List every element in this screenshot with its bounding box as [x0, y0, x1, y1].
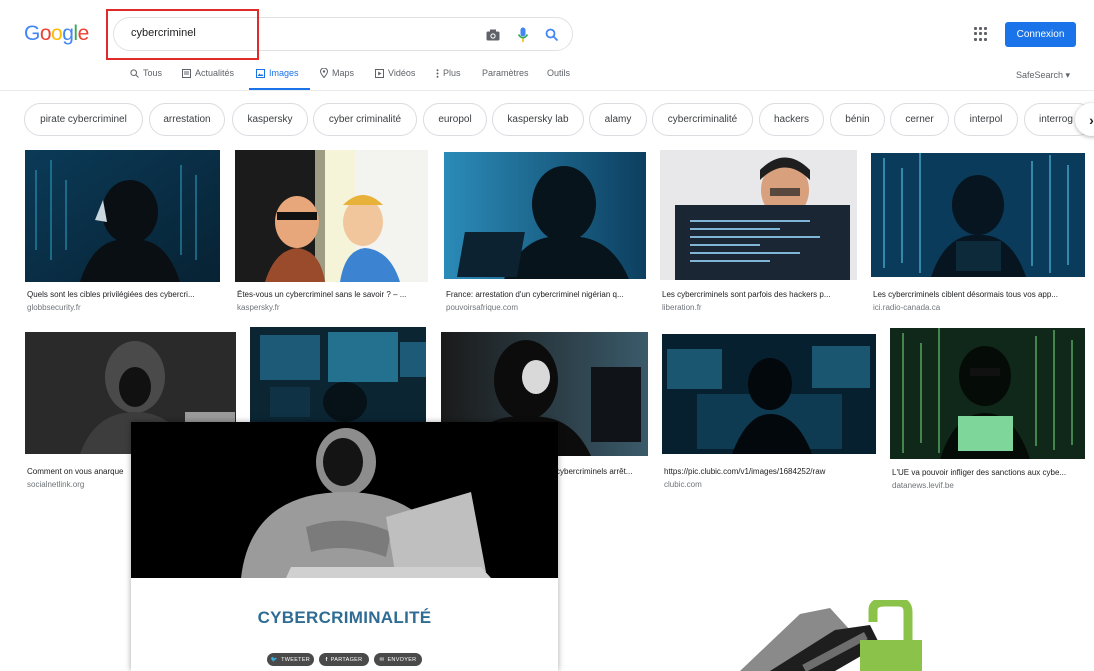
- hacker-photo: [131, 422, 558, 578]
- chip[interactable]: interpol: [954, 103, 1018, 136]
- result-thumbnail[interactable]: [890, 328, 1085, 459]
- chip[interactable]: cyber criminalité: [313, 103, 417, 136]
- tab-label: Outils: [547, 68, 571, 78]
- result-source: kaspersky.fr: [237, 303, 280, 312]
- result-thumbnail[interactable]: [871, 153, 1085, 277]
- result-thumbnail[interactable]: [235, 150, 428, 282]
- send-button: ✉ ENVOYER: [374, 653, 422, 666]
- facebook-icon: f: [325, 656, 328, 663]
- image-icon: [256, 68, 265, 78]
- result-title[interactable]: https://pic.clubic.com/v1/images/1684252…: [664, 467, 874, 476]
- google-logo[interactable]: Google: [24, 22, 89, 46]
- chip[interactable]: kaspersky: [232, 103, 308, 136]
- credit-card-padlock-illustration: [740, 597, 930, 671]
- chip[interactable]: pirate cybercriminel: [24, 103, 143, 136]
- twitter-icon: 🐦: [270, 656, 279, 663]
- search-highlight-box: [106, 9, 259, 60]
- result-thumbnail[interactable]: [250, 327, 426, 423]
- chip[interactable]: europol: [423, 103, 487, 136]
- map-pin-icon: [320, 68, 328, 78]
- result-source: clubic.com: [664, 480, 702, 489]
- chip[interactable]: hackers: [759, 103, 824, 136]
- chip[interactable]: kaspersky lab: [492, 103, 584, 136]
- share-label: PARTAGER: [330, 656, 363, 663]
- result-title[interactable]: Les cybercriminels sont parfois des hack…: [662, 290, 857, 299]
- tab-maps[interactable]: Maps: [320, 68, 354, 78]
- tab-settings[interactable]: Paramètres: [482, 68, 529, 78]
- tweet-button: 🐦 TWEETER: [267, 653, 314, 666]
- share-label: ENVOYER: [387, 656, 417, 663]
- article-preview-image: CYBERCRIMINALITÉ 🐦 TWEETER f PARTAGER ✉ ENV…: [131, 422, 558, 671]
- tab-label: Paramètres: [482, 68, 529, 78]
- safesearch-dropdown[interactable]: SafeSearch ▾: [1016, 70, 1070, 81]
- result-source: globbsecurity.fr: [27, 303, 81, 312]
- result-thumbnail[interactable]: [662, 334, 876, 454]
- share-label: TWEETER: [281, 656, 311, 663]
- news-icon: [182, 68, 191, 78]
- share-button: f PARTAGER: [319, 653, 369, 666]
- chip[interactable]: cerner: [890, 103, 949, 136]
- login-button[interactable]: Connexion: [1005, 22, 1076, 47]
- result-source: pouvoirsafrique.com: [446, 303, 519, 312]
- tab-videos[interactable]: Vidéos: [375, 68, 415, 78]
- article-heading: CYBERCRIMINALITÉ: [257, 608, 432, 627]
- tab-more[interactable]: Plus: [436, 68, 461, 78]
- tab-label: Actualités: [195, 68, 235, 78]
- tab-images[interactable]: Images: [256, 68, 299, 78]
- result-title[interactable]: Quels sont les cibles privilégiées des c…: [27, 290, 217, 299]
- chip[interactable]: arrestation: [149, 103, 225, 136]
- result-title[interactable]: Les cybercriminels ciblent désormais tou…: [873, 290, 1085, 299]
- envelope-icon: ✉: [379, 656, 385, 663]
- camera-icon[interactable]: [484, 26, 502, 44]
- tab-tools[interactable]: Outils: [547, 68, 570, 78]
- tab-label: Vidéos: [388, 68, 416, 78]
- search-icon[interactable]: [543, 26, 561, 44]
- tab-label: Plus: [443, 68, 461, 78]
- result-source: socialnetlink.org: [27, 480, 85, 489]
- result-title[interactable]: cybercriminels arrêt...: [556, 467, 648, 476]
- tab-label: Maps: [332, 68, 355, 78]
- tab-all[interactable]: Tous: [130, 68, 162, 78]
- tab-label: Images: [269, 68, 299, 78]
- result-source: ici.radio-canada.ca: [873, 303, 941, 312]
- result-thumbnail[interactable]: [25, 150, 220, 282]
- result-title[interactable]: L'UE va pouvoir infliger des sanctions a…: [892, 468, 1085, 477]
- microphone-icon[interactable]: [514, 26, 532, 44]
- result-source: liberation.fr: [662, 303, 702, 312]
- result-thumbnail[interactable]: [444, 152, 646, 279]
- result-source: datanews.levif.be: [892, 481, 954, 490]
- result-title[interactable]: France: arrestation d'un cybercriminel n…: [446, 290, 646, 299]
- chip[interactable]: bénin: [830, 103, 885, 136]
- apps-grid-icon[interactable]: [974, 27, 988, 41]
- result-title[interactable]: Êtes-vous un cybercriminel sans le savoi…: [237, 290, 427, 299]
- result-thumbnail[interactable]: [660, 150, 857, 280]
- more-vert-icon: [436, 68, 439, 78]
- result-title[interactable]: Comment on vous anarque: [27, 467, 132, 476]
- chip[interactable]: cybercriminalité: [652, 103, 753, 136]
- header-divider: [0, 90, 1094, 91]
- tab-news[interactable]: Actualités: [182, 68, 234, 78]
- caret-down-icon: ▾: [1065, 70, 1071, 80]
- search-icon: [130, 68, 139, 78]
- video-icon: [375, 68, 384, 78]
- chip[interactable]: alamy: [589, 103, 647, 136]
- tab-label: Tous: [143, 68, 163, 78]
- safesearch-label: SafeSearch: [1016, 70, 1064, 80]
